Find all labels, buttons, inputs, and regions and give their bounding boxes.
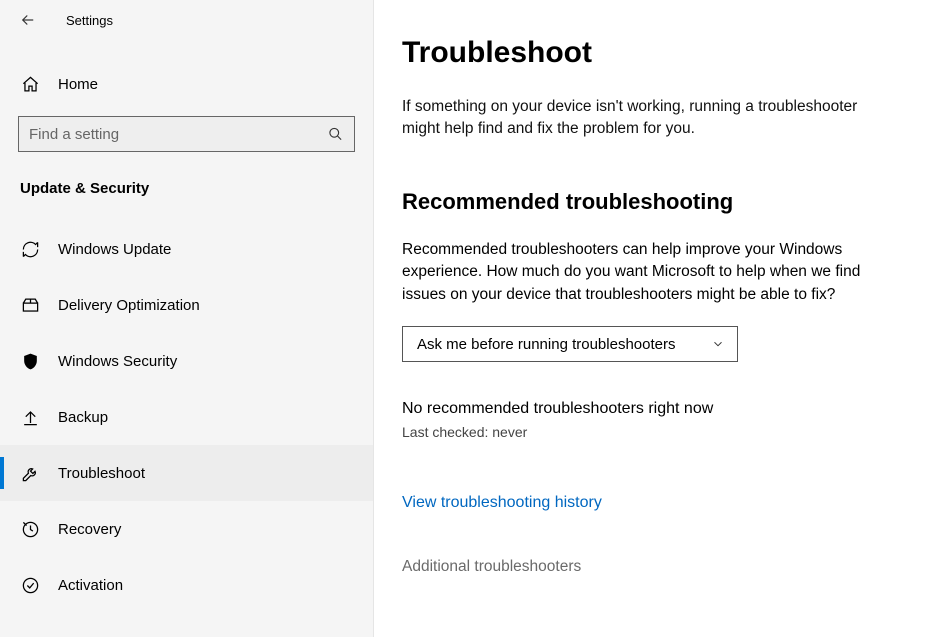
sidebar-item-label: Windows Update — [58, 241, 171, 258]
shield-icon — [20, 351, 40, 371]
page-title: Troubleshoot — [402, 36, 899, 70]
view-history-link[interactable]: View troubleshooting history — [402, 494, 602, 512]
sidebar-item-recovery[interactable]: Recovery — [0, 501, 373, 557]
sidebar-item-label: Backup — [58, 409, 108, 426]
sidebar-item-windows-update[interactable]: Windows Update — [0, 221, 373, 277]
intro-text: If something on your device isn't workin… — [402, 96, 899, 141]
delivery-icon — [20, 295, 40, 315]
app-title: Settings — [66, 13, 113, 28]
sidebar-item-label: Activation — [58, 577, 123, 594]
home-icon — [20, 74, 40, 94]
no-recommendations-text: No recommended troubleshooters right now — [402, 400, 899, 418]
back-button[interactable] — [18, 10, 38, 30]
chevron-down-icon — [711, 337, 725, 351]
search-input[interactable] — [18, 116, 355, 152]
check-circle-icon — [20, 575, 40, 595]
search-container — [18, 116, 355, 152]
sidebar-item-troubleshoot[interactable]: Troubleshoot — [0, 445, 373, 501]
title-bar: Settings — [0, 4, 373, 36]
sidebar-item-home[interactable]: Home — [0, 64, 373, 104]
nav-list: Windows Update Delivery Optimization Win… — [0, 221, 373, 613]
sidebar-item-activation[interactable]: Activation — [0, 557, 373, 613]
sidebar-item-label: Recovery — [58, 521, 121, 538]
sidebar-item-delivery-optimization[interactable]: Delivery Optimization — [0, 277, 373, 333]
wrench-icon — [20, 463, 40, 483]
additional-troubleshooters-link[interactable]: Additional troubleshooters — [402, 558, 899, 576]
sidebar-item-label: Delivery Optimization — [58, 297, 200, 314]
sidebar-item-label: Home — [58, 76, 98, 93]
last-checked-text: Last checked: never — [402, 424, 899, 440]
sidebar-item-windows-security[interactable]: Windows Security — [0, 333, 373, 389]
recommended-text: Recommended troubleshooters can help imp… — [402, 239, 899, 306]
sidebar-item-backup[interactable]: Backup — [0, 389, 373, 445]
sidebar-section-title: Update & Security — [0, 180, 373, 197]
dropdown-value: Ask me before running troubleshooters — [417, 336, 675, 353]
main-content: Troubleshoot If something on your device… — [374, 0, 937, 637]
troubleshoot-preference-dropdown[interactable]: Ask me before running troubleshooters — [402, 326, 738, 362]
sync-icon — [20, 239, 40, 259]
sidebar-item-label: Troubleshoot — [58, 465, 145, 482]
arrow-left-icon — [19, 11, 37, 29]
recovery-icon — [20, 519, 40, 539]
sidebar-item-label: Windows Security — [58, 353, 177, 370]
recommended-heading: Recommended troubleshooting — [402, 189, 899, 215]
backup-icon — [20, 407, 40, 427]
sidebar: Settings Home Update & Security Windows … — [0, 0, 374, 637]
